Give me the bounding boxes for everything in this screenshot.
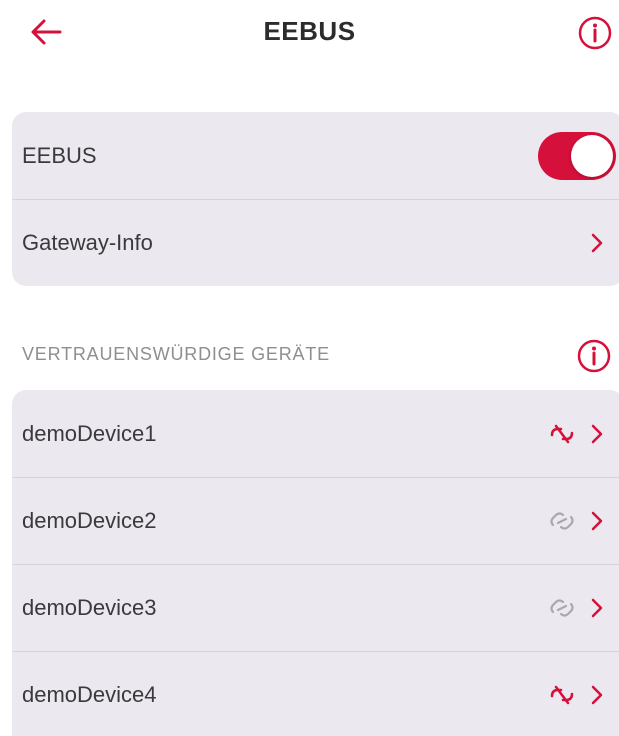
device-row-demodevice4[interactable]: demoDevice4 (12, 651, 619, 736)
device-row-demodevice3[interactable]: demoDevice3 (12, 564, 619, 651)
info-circle-icon (578, 16, 612, 50)
eebus-toggle-switch[interactable] (538, 132, 616, 180)
link-icon (550, 511, 574, 530)
trusted-devices-header: VERTRAUENSWÜRDIGE GERÄTE (22, 344, 330, 364)
navigation-bar: EEBUS (0, 0, 619, 64)
gateway-info-label: Gateway-Info (22, 229, 153, 255)
info-button[interactable] (575, 13, 615, 53)
gateway-info-row[interactable]: Gateway-Info (12, 199, 619, 286)
device-name: demoDevice4 (22, 681, 157, 707)
device-name: demoDevice2 (22, 507, 157, 533)
chevron-right-icon (591, 511, 603, 530)
device-name: demoDevice3 (22, 594, 157, 620)
info-circle-icon (577, 339, 611, 373)
device-row-demodevice2[interactable]: demoDevice2 (12, 477, 619, 564)
chevron-right-icon (591, 598, 603, 617)
chevron-right-icon (591, 685, 603, 704)
link-icon (550, 598, 574, 617)
eebus-toggle-row: EEBUS (12, 112, 619, 199)
link-broken-icon (550, 424, 574, 443)
device-name: demoDevice1 (22, 420, 157, 446)
device-row-demodevice1[interactable]: demoDevice1 (12, 390, 619, 477)
page-title: EEBUS (263, 16, 356, 46)
chevron-right-icon (591, 424, 603, 443)
toggle-knob (571, 135, 613, 177)
link-broken-icon (550, 685, 574, 704)
eebus-settings-card: EEBUS Gateway-Info (12, 112, 619, 286)
eebus-toggle-label: EEBUS (22, 142, 97, 168)
trusted-devices-info-button[interactable] (574, 336, 614, 376)
trusted-devices-list: demoDevice1 demoDevice2 demoDevice3 demo… (12, 390, 619, 736)
chevron-right-icon (591, 233, 603, 252)
